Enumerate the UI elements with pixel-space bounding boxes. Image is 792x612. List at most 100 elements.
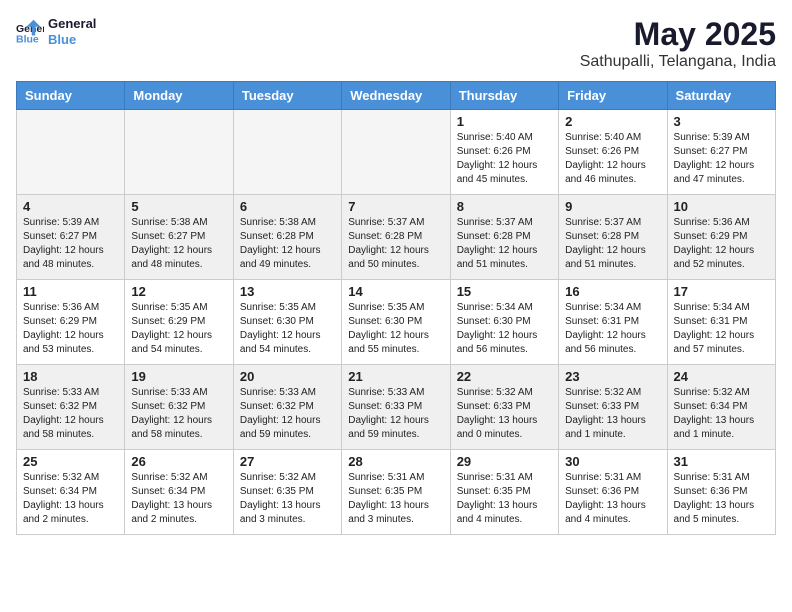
day-number: 5	[131, 199, 226, 214]
calendar-cell: 5Sunrise: 5:38 AM Sunset: 6:27 PM Daylig…	[125, 195, 233, 280]
day-number: 19	[131, 369, 226, 384]
calendar-cell: 1 Sunrise: 5:40 AM Sunset: 6:26 PM Daylig…	[450, 110, 558, 195]
day-number: 1	[457, 114, 552, 129]
day-number: 16	[565, 284, 660, 299]
day-info: Sunrise: 5:31 AM Sunset: 6:35 PM Dayligh…	[457, 471, 552, 527]
day-number: 2	[565, 114, 660, 129]
day-info: Sunrise: 5:35 AM Sunset: 6:29 PM Dayligh…	[131, 301, 226, 357]
day-number: 31	[674, 454, 769, 469]
day-info: Sunrise: 5:32 AM Sunset: 6:33 PM Dayligh…	[565, 386, 660, 442]
day-number: 12	[131, 284, 226, 299]
day-info: Sunrise: 5:33 AM Sunset: 6:33 PM Dayligh…	[348, 386, 443, 442]
calendar-cell: 27 Sunrise: 5:32 AM Sunset: 6:35 PM Dayli…	[233, 450, 341, 535]
day-number: 13	[240, 284, 335, 299]
logo-icon: General Blue	[16, 18, 44, 46]
svg-text:Blue: Blue	[16, 33, 39, 45]
logo-general: General	[48, 16, 96, 32]
day-info: Sunrise: 5:31 AM Sunset: 6:36 PM Dayligh…	[565, 471, 660, 527]
calendar-cell: 20 Sunrise: 5:33 AM Sunset: 6:32 PM Dayli…	[233, 365, 341, 450]
day-info: Sunrise: 5:31 AM Sunset: 6:35 PM Dayligh…	[348, 471, 443, 527]
logo-blue: Blue	[48, 32, 96, 48]
day-info: Sunrise: 5:37 AM Sunset: 6:28 PM Dayligh…	[457, 216, 552, 272]
day-info: Sunrise: 5:34 AM Sunset: 6:30 PM Dayligh…	[457, 301, 552, 357]
day-number: 10	[674, 199, 769, 214]
calendar-week-row: 18 Sunrise: 5:33 AM Sunset: 6:32 PM Dayli…	[17, 365, 776, 450]
calendar-cell: 18 Sunrise: 5:33 AM Sunset: 6:32 PM Dayli…	[17, 365, 125, 450]
calendar-cell: 29Sunrise: 5:31 AM Sunset: 6:35 PM Dayli…	[450, 450, 558, 535]
day-info: Sunrise: 5:39 AM Sunset: 6:27 PM Dayligh…	[674, 131, 769, 187]
day-number: 22	[457, 369, 552, 384]
day-info: Sunrise: 5:34 AM Sunset: 6:31 PM Dayligh…	[565, 301, 660, 357]
day-info: Sunrise: 5:40 AM Sunset: 6:26 PM Dayligh…	[565, 131, 660, 187]
day-info: Sunrise: 5:33 AM Sunset: 6:32 PM Dayligh…	[23, 386, 118, 442]
calendar-cell: 21Sunrise: 5:33 AM Sunset: 6:33 PM Dayli…	[342, 365, 450, 450]
day-info: Sunrise: 5:32 AM Sunset: 6:34 PM Dayligh…	[23, 471, 118, 527]
calendar-cell: 6 Sunrise: 5:38 AM Sunset: 6:28 PM Daylig…	[233, 195, 341, 280]
day-info: Sunrise: 5:40 AM Sunset: 6:26 PM Dayligh…	[457, 131, 552, 187]
header-saturday: Saturday	[667, 82, 775, 110]
day-number: 11	[23, 284, 118, 299]
calendar-cell: 3 Sunrise: 5:39 AM Sunset: 6:27 PM Daylig…	[667, 110, 775, 195]
calendar-cell: 11Sunrise: 5:36 AM Sunset: 6:29 PM Dayli…	[17, 280, 125, 365]
header-sunday: Sunday	[17, 82, 125, 110]
calendar-cell: 9Sunrise: 5:37 AM Sunset: 6:28 PM Daylig…	[559, 195, 667, 280]
day-number: 3	[674, 114, 769, 129]
page-header: General Blue General Blue May 2025 Sathu…	[16, 16, 776, 71]
day-number: 24	[674, 369, 769, 384]
day-number: 23	[565, 369, 660, 384]
calendar-cell	[125, 110, 233, 195]
day-info: Sunrise: 5:38 AM Sunset: 6:28 PM Dayligh…	[240, 216, 335, 272]
header-monday: Monday	[125, 82, 233, 110]
day-info: Sunrise: 5:34 AM Sunset: 6:31 PM Dayligh…	[674, 301, 769, 357]
calendar-cell: 12 Sunrise: 5:35 AM Sunset: 6:29 PM Dayli…	[125, 280, 233, 365]
day-info: Sunrise: 5:35 AM Sunset: 6:30 PM Dayligh…	[348, 301, 443, 357]
calendar-week-row: 4Sunrise: 5:39 AM Sunset: 6:27 PM Daylig…	[17, 195, 776, 280]
day-number: 17	[674, 284, 769, 299]
day-info: Sunrise: 5:32 AM Sunset: 6:35 PM Dayligh…	[240, 471, 335, 527]
calendar-cell: 7 Sunrise: 5:37 AM Sunset: 6:28 PM Daylig…	[342, 195, 450, 280]
calendar-cell: 16 Sunrise: 5:34 AM Sunset: 6:31 PM Dayli…	[559, 280, 667, 365]
calendar-cell: 31 Sunrise: 5:31 AM Sunset: 6:36 PM Dayli…	[667, 450, 775, 535]
logo: General Blue General Blue	[16, 16, 96, 47]
day-number: 14	[348, 284, 443, 299]
header-tuesday: Tuesday	[233, 82, 341, 110]
calendar-week-row: 1 Sunrise: 5:40 AM Sunset: 6:26 PM Daylig…	[17, 110, 776, 195]
day-number: 25	[23, 454, 118, 469]
calendar-cell: 30Sunrise: 5:31 AM Sunset: 6:36 PM Dayli…	[559, 450, 667, 535]
day-info: Sunrise: 5:35 AM Sunset: 6:30 PM Dayligh…	[240, 301, 335, 357]
day-number: 18	[23, 369, 118, 384]
location-subtitle: Sathupalli, Telangana, India	[580, 53, 776, 71]
day-number: 20	[240, 369, 335, 384]
header-thursday: Thursday	[450, 82, 558, 110]
day-number: 15	[457, 284, 552, 299]
day-info: Sunrise: 5:33 AM Sunset: 6:32 PM Dayligh…	[131, 386, 226, 442]
day-number: 6	[240, 199, 335, 214]
calendar-cell: 4Sunrise: 5:39 AM Sunset: 6:27 PM Daylig…	[17, 195, 125, 280]
calendar-cell: 15 Sunrise: 5:34 AM Sunset: 6:30 PM Dayli…	[450, 280, 558, 365]
day-info: Sunrise: 5:37 AM Sunset: 6:28 PM Dayligh…	[348, 216, 443, 272]
header-friday: Friday	[559, 82, 667, 110]
day-number: 27	[240, 454, 335, 469]
calendar-cell: 14 Sunrise: 5:35 AM Sunset: 6:30 PM Dayli…	[342, 280, 450, 365]
day-info: Sunrise: 5:32 AM Sunset: 6:34 PM Dayligh…	[674, 386, 769, 442]
day-info: Sunrise: 5:31 AM Sunset: 6:36 PM Dayligh…	[674, 471, 769, 527]
day-info: Sunrise: 5:32 AM Sunset: 6:34 PM Dayligh…	[131, 471, 226, 527]
calendar-week-row: 11Sunrise: 5:36 AM Sunset: 6:29 PM Dayli…	[17, 280, 776, 365]
title-block: May 2025 Sathupalli, Telangana, India	[580, 16, 776, 71]
calendar-cell	[342, 110, 450, 195]
month-title: May 2025	[580, 16, 776, 53]
day-number: 8	[457, 199, 552, 214]
calendar-cell: 10Sunrise: 5:36 AM Sunset: 6:29 PM Dayli…	[667, 195, 775, 280]
calendar-header-row: SundayMondayTuesdayWednesdayThursdayFrid…	[17, 82, 776, 110]
day-number: 7	[348, 199, 443, 214]
calendar-cell: 22 Sunrise: 5:32 AM Sunset: 6:33 PM Dayli…	[450, 365, 558, 450]
day-info: Sunrise: 5:39 AM Sunset: 6:27 PM Dayligh…	[23, 216, 118, 272]
calendar-cell: 26Sunrise: 5:32 AM Sunset: 6:34 PM Dayli…	[125, 450, 233, 535]
calendar-cell: 25 Sunrise: 5:32 AM Sunset: 6:34 PM Dayli…	[17, 450, 125, 535]
day-info: Sunrise: 5:33 AM Sunset: 6:32 PM Dayligh…	[240, 386, 335, 442]
calendar-cell: 17 Sunrise: 5:34 AM Sunset: 6:31 PM Dayli…	[667, 280, 775, 365]
header-wednesday: Wednesday	[342, 82, 450, 110]
day-info: Sunrise: 5:37 AM Sunset: 6:28 PM Dayligh…	[565, 216, 660, 272]
calendar-cell: 8 Sunrise: 5:37 AM Sunset: 6:28 PM Daylig…	[450, 195, 558, 280]
day-info: Sunrise: 5:32 AM Sunset: 6:33 PM Dayligh…	[457, 386, 552, 442]
